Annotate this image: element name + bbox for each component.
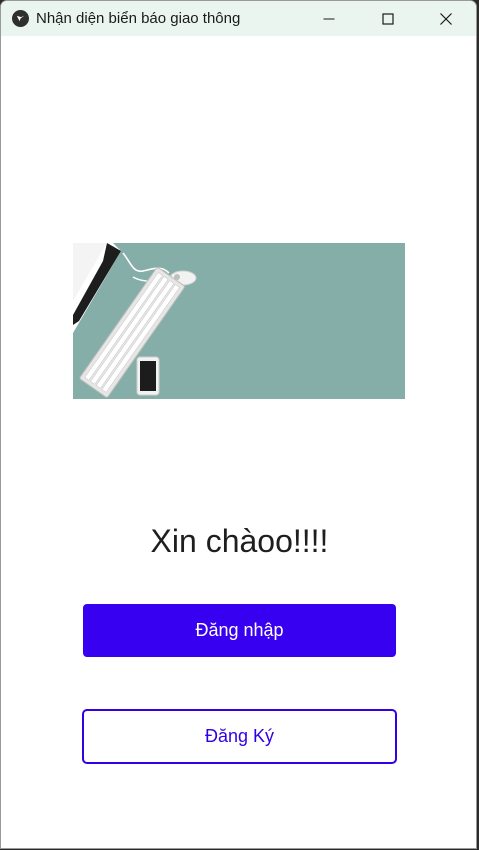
maximize-button[interactable] bbox=[365, 1, 411, 36]
kivy-logo-icon bbox=[12, 10, 29, 27]
title-bar[interactable]: Nhận diện biển báo giao thông bbox=[1, 1, 476, 36]
maximize-icon bbox=[382, 12, 394, 25]
minimize-button[interactable] bbox=[306, 1, 352, 36]
close-button[interactable] bbox=[423, 1, 469, 36]
window-title: Nhận diện biển báo giao thông bbox=[36, 10, 241, 27]
close-icon bbox=[440, 12, 452, 25]
login-button[interactable]: Đăng nhập bbox=[83, 604, 396, 657]
register-button[interactable]: Đăng Ký bbox=[82, 709, 397, 764]
minimize-icon bbox=[323, 18, 335, 19]
app-window: Nhận diện biển báo giao thông Xin chàoo!… bbox=[0, 0, 477, 849]
greeting-text: Xin chàoo!!!! bbox=[150, 523, 329, 559]
hero-image bbox=[73, 243, 405, 399]
